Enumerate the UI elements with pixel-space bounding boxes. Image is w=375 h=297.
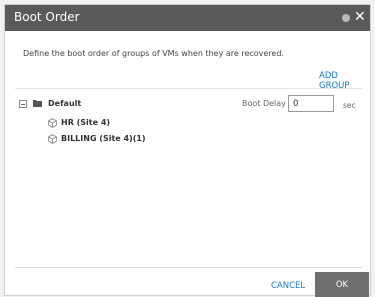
vm-item-label[interactable]: BILLING (Site 4)(1) <box>61 134 146 143</box>
dialog-title: Boot Order <box>14 10 80 24</box>
folder-icon <box>33 100 42 107</box>
collapse-icon[interactable] <box>19 100 27 108</box>
vm-item-label[interactable]: HR (Site 4) <box>61 118 110 127</box>
vm-icon <box>48 118 57 128</box>
group-name[interactable]: Default <box>48 99 81 108</box>
divider <box>15 267 362 268</box>
boot-delay-input[interactable] <box>288 95 334 112</box>
cancel-button[interactable]: CANCEL <box>271 281 305 291</box>
boot-delay-unit: sec <box>343 101 356 110</box>
close-icon[interactable]: ✕ <box>354 8 366 26</box>
dialog-titlebar: Boot Order ✕ <box>5 5 370 31</box>
dialog-description: Define the boot order of groups of VMs w… <box>23 49 284 58</box>
ok-button[interactable]: OK <box>315 272 369 297</box>
divider <box>15 88 362 89</box>
boot-order-dialog: Boot Order ✕ Define the boot order of gr… <box>4 4 371 297</box>
page-background: Boot Order ✕ Define the boot order of gr… <box>0 0 375 297</box>
vm-icon <box>48 134 57 144</box>
boot-delay-label: Boot Delay <box>242 99 286 108</box>
help-icon[interactable] <box>342 14 350 22</box>
